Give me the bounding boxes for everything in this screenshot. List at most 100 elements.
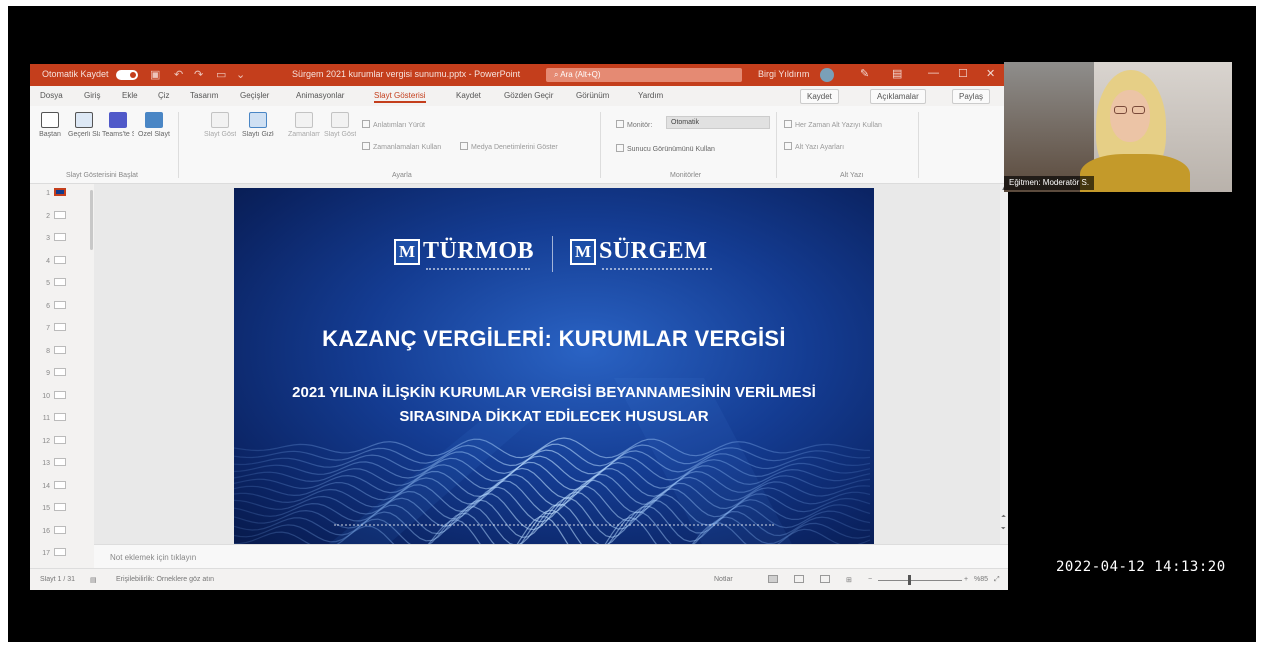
tab-10[interactable]: Görünüm [576, 91, 609, 100]
slide-number: 17 [42, 550, 50, 557]
slide-thumbnail[interactable]: 12 [36, 435, 86, 448]
turmob-logo-tagline [426, 268, 530, 270]
pen-icon[interactable]: ✎ [860, 67, 869, 80]
tab-0[interactable]: Dosya [40, 91, 63, 100]
tab-11[interactable]: Yardım [638, 91, 663, 100]
slide-preview [54, 368, 66, 376]
redo-icon[interactable]: ↷ [194, 68, 203, 81]
always-captions-checkbox[interactable]: Her Zaman Alt Yazıyı Kullan [784, 120, 882, 129]
slide-preview [54, 525, 66, 534]
zoom-in-icon[interactable]: + [964, 576, 968, 583]
title-bar: Otomatik Kaydet ▣ ↶ ↷ ▭ ⌄ Sürgem 2021 ku… [30, 64, 1008, 86]
comments-button[interactable]: Açıklamalar [870, 89, 926, 104]
reading-view-icon[interactable] [820, 575, 830, 583]
autosave-toggle[interactable] [116, 70, 138, 80]
slide-thumbnail[interactable]: 6 [36, 300, 86, 313]
glasses-right [1132, 106, 1145, 114]
use-timings-checkbox[interactable]: Zamanlamaları Kullan [362, 142, 441, 151]
user-name[interactable]: Birgi Yıldırım [758, 69, 809, 79]
notes-pane[interactable]: Not eklemek için tıklayın [94, 544, 1008, 568]
play-narrations-checkbox[interactable]: Anlatımları Yürüt [362, 120, 425, 129]
glasses-left [1114, 106, 1127, 114]
slide-canvas[interactable]: M TÜRMOB M SÜRGEM KAZANÇ VERGİLERİ: KURU… [234, 188, 874, 548]
slide-preview [54, 233, 66, 241]
monitor-select[interactable]: Otomatik [666, 116, 770, 129]
slide-thumbnails: 1 2 3 4 5 6 7 8 9 10 11 12 13 14 15 16 17 [30, 184, 94, 568]
from-beginning-button[interactable]: Baştan [34, 112, 66, 139]
slide-thumbnail[interactable]: 5 [36, 278, 86, 290]
slide-thumbnail[interactable]: 10 [36, 390, 86, 403]
slide-preview [54, 323, 66, 331]
zoom-out-icon[interactable]: − [868, 576, 872, 583]
tab-2[interactable]: Ekle [122, 91, 138, 100]
search-placeholder: Ara (Alt+Q) [560, 70, 601, 79]
search-input[interactable]: ⌕ Ara (Alt+Q) [546, 68, 742, 82]
accessibility-status[interactable]: Erişilebilirlik: Örneklere göz atın [116, 576, 214, 583]
slide-thumbnail[interactable]: 4 [36, 255, 86, 268]
slide-thumbnail[interactable]: 13 [36, 458, 86, 470]
rehearse-timings-button[interactable]: Zamanlamaları Prova Et [288, 112, 320, 139]
custom-slideshow-button[interactable]: Özel Slayt Gösterisi [138, 112, 170, 139]
document-title: Sürgem 2021 kurumlar vergisi sunumu.pptx… [292, 69, 521, 79]
present-in-teams-button[interactable]: Teams'te Sun [102, 112, 134, 139]
minimize-icon[interactable]: — [928, 67, 939, 79]
tab-1[interactable]: Giriş [84, 91, 100, 100]
tab-3[interactable]: Çiz [158, 91, 170, 100]
slide-editor: M TÜRMOB M SÜRGEM KAZANÇ VERGİLERİ: KURU… [94, 184, 1000, 548]
slide-thumbnail[interactable]: 8 [36, 345, 86, 358]
slide-thumbnail[interactable]: 1 [36, 188, 86, 200]
from-current-button[interactable]: Geçerli Slayttan [68, 112, 100, 139]
rehearse-icon [295, 112, 313, 128]
editor-scrollbar[interactable]: ▲ ⏶ ⏷ [1000, 184, 1008, 544]
tab-9[interactable]: Gözden Geçir [504, 91, 553, 100]
normal-view-icon[interactable] [768, 575, 778, 583]
slide-thumbnail[interactable]: 11 [36, 413, 86, 425]
surgem-logo: M SÜRGEM [570, 238, 707, 265]
tab-8[interactable]: Kaydet [456, 91, 481, 100]
slide-thumbnail[interactable]: 9 [36, 368, 86, 380]
slide-thumbnail[interactable]: 2 [36, 210, 86, 223]
slide-thumbnail[interactable]: 3 [36, 233, 86, 245]
ribbon-display-icon[interactable]: ▤ [892, 67, 902, 80]
caption-settings-button[interactable]: Alt Yazı Ayarları [784, 142, 844, 151]
start-slideshow-icon[interactable]: ▭ [216, 68, 226, 81]
setup-slideshow-button[interactable]: Slayt Gösterisini Ayarla [204, 112, 236, 139]
hide-slide-button[interactable]: Slaytı Gizle [242, 112, 274, 139]
slide-sorter-icon[interactable] [794, 575, 804, 583]
show-media-controls-checkbox[interactable]: Medya Denetimlerini Göster [460, 142, 558, 151]
custom-slideshow-icon [145, 112, 163, 128]
slide-thumbnail[interactable]: 7 [36, 323, 86, 335]
presenter-view-checkbox[interactable]: Sunucu Görünümünü Kullan [616, 144, 715, 153]
tab-6[interactable]: Animasyonlar [296, 91, 344, 100]
tab-4[interactable]: Tasarım [190, 91, 218, 100]
save-icon[interactable]: ▣ [150, 68, 160, 81]
record-button[interactable]: Kaydet [800, 89, 839, 104]
slideshow-view-icon[interactable]: ⊞ [846, 576, 852, 584]
thumbnail-scrollbar[interactable] [90, 190, 93, 250]
autosave-label: Otomatik Kaydet [42, 69, 109, 79]
wave-pattern-graphic [234, 378, 871, 548]
avatar[interactable] [820, 68, 834, 82]
tab-7[interactable]: Slayt Gösterisi [374, 91, 426, 103]
undo-icon[interactable]: ↶ [174, 68, 183, 81]
previous-slide-icon[interactable]: ⏶ [1001, 514, 1006, 521]
webcam-feed: Eğitmen: Moderatör S. [1004, 62, 1232, 192]
logo-divider [552, 236, 553, 272]
notes-toggle-button[interactable]: Notlar [714, 576, 733, 583]
share-button[interactable]: Paylaş [952, 89, 991, 104]
record-slideshow-button[interactable]: Slayt Gösterisini Kaydet [324, 112, 356, 139]
zoom-slider-thumb[interactable] [908, 575, 911, 585]
fit-slide-icon[interactable]: ⤢ [994, 576, 1000, 584]
next-slide-icon[interactable]: ⏷ [1001, 526, 1006, 533]
zoom-slider[interactable] [878, 580, 962, 581]
customize-toolbar-icon[interactable]: ⌄ [236, 68, 245, 81]
spellcheck-icon[interactable]: ▤ [90, 576, 97, 584]
slide-thumbnail[interactable]: 17 [36, 548, 86, 560]
slide-thumbnail[interactable]: 16 [36, 525, 86, 538]
zoom-level[interactable]: %85 [974, 576, 988, 583]
close-icon[interactable]: ✕ [986, 67, 995, 80]
tab-5[interactable]: Geçişler [240, 91, 269, 100]
slide-thumbnail[interactable]: 14 [36, 480, 86, 493]
slide-thumbnail[interactable]: 15 [36, 503, 86, 515]
maximize-icon[interactable]: ☐ [958, 67, 968, 80]
